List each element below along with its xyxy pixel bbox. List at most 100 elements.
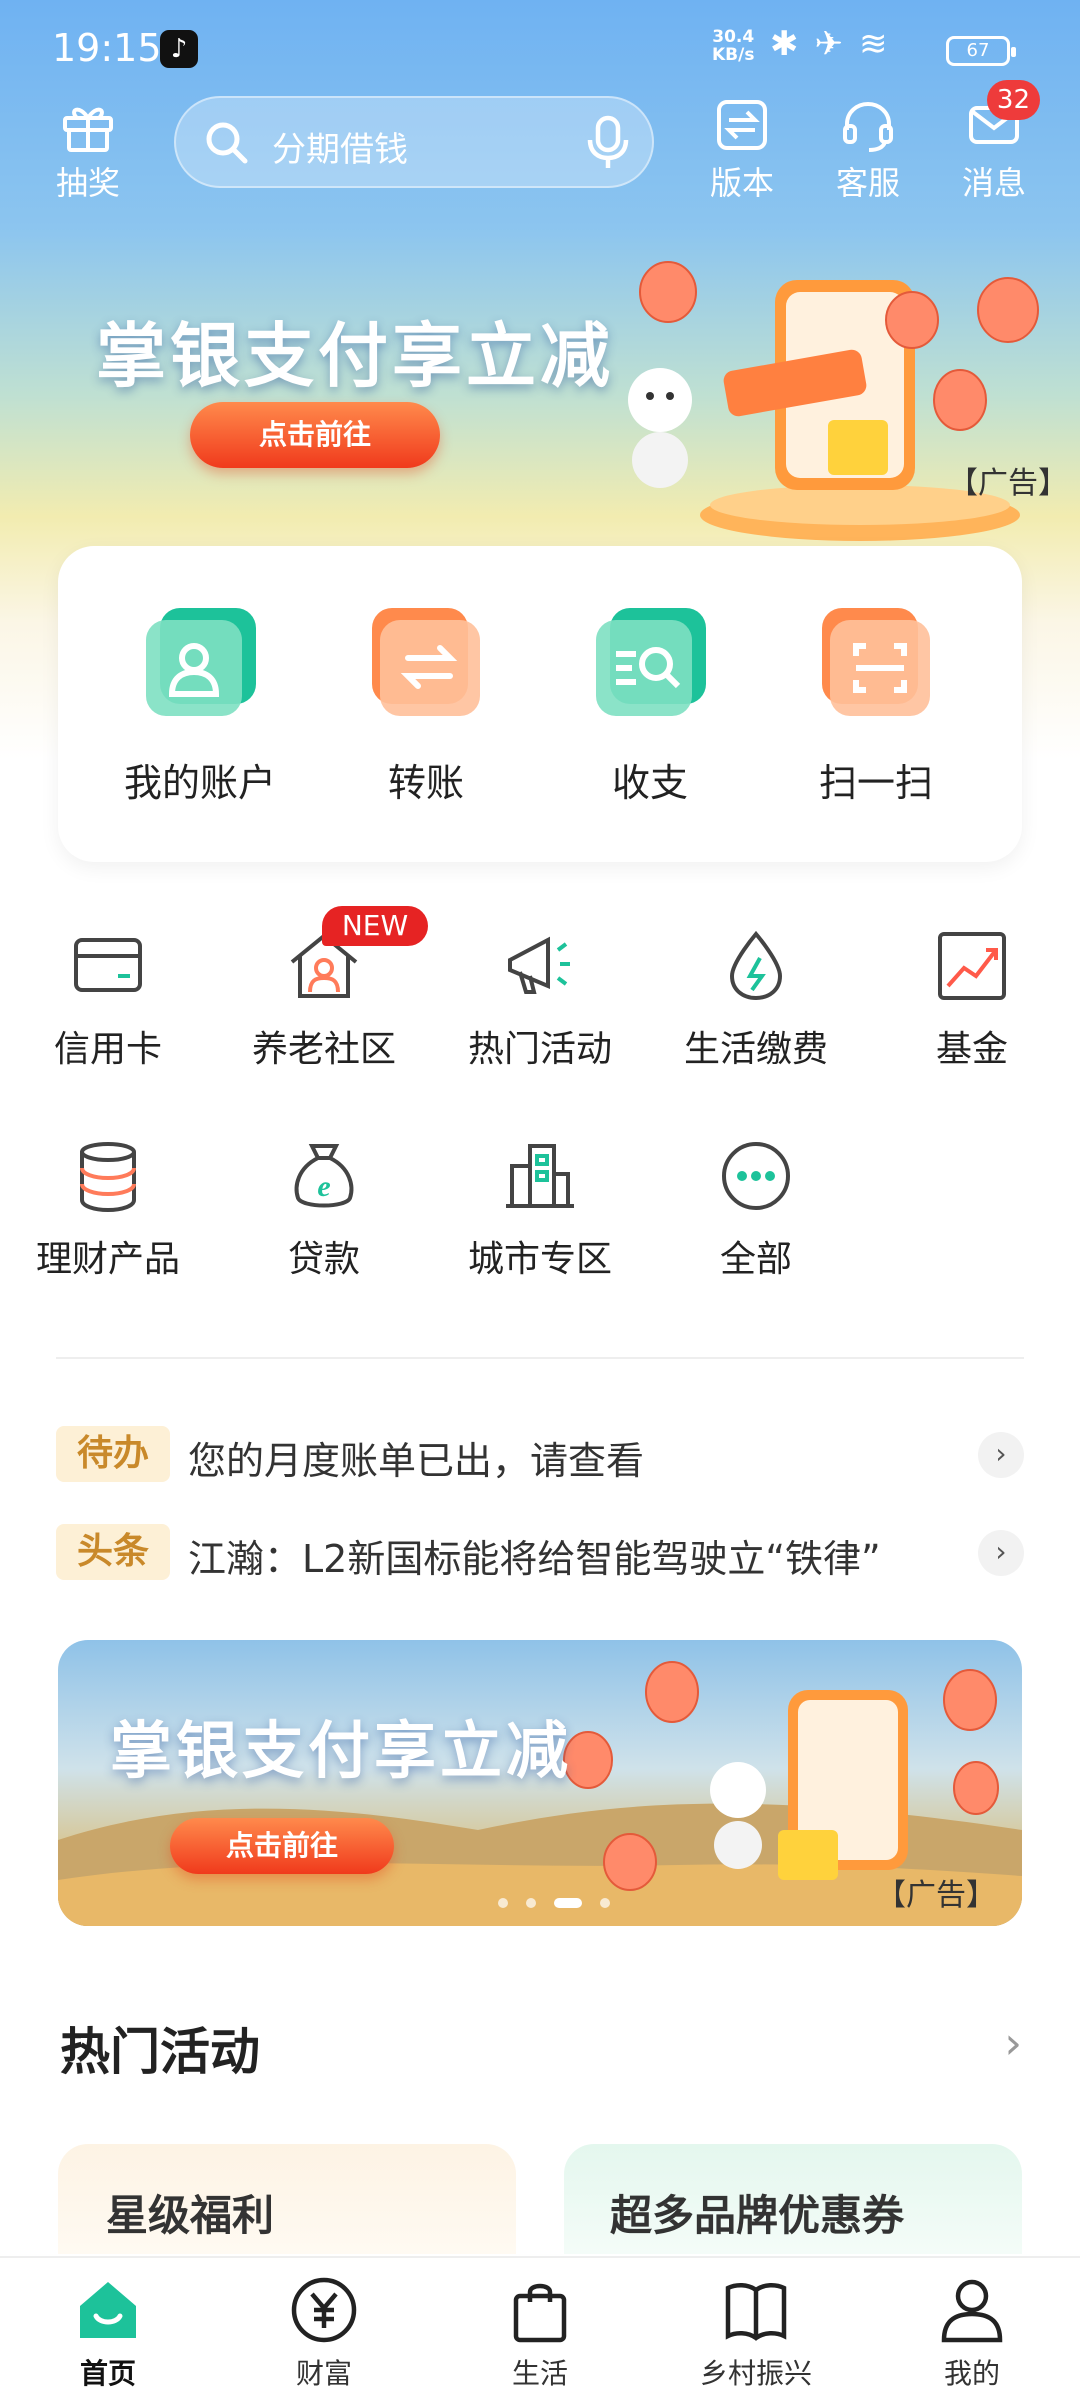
- quick-actions-card: 我的账户 转账 收支 扫一扫: [58, 546, 1022, 862]
- search-icon: [206, 122, 248, 164]
- chevron-right-icon[interactable]: ›: [978, 1530, 1024, 1576]
- transfer-icon: [372, 608, 480, 716]
- activity-card-brand-coupons[interactable]: 超多品牌优惠券: [564, 2144, 1022, 2254]
- grid-item-label: 养老社区: [251, 1029, 396, 1070]
- svg-text:e: e: [317, 1170, 330, 1203]
- network-speed: 30.4 KB/s: [712, 28, 754, 64]
- todo-notice[interactable]: 待办 您的月度账单已出，请查看 ›: [56, 1424, 1024, 1484]
- grid-item-label: 贷款: [287, 1239, 360, 1280]
- section-divider: [56, 1357, 1024, 1359]
- quick-action-label: 扫一扫: [818, 761, 933, 805]
- coin-stack-icon: [80, 1142, 136, 1213]
- loan-bag-icon: e: [294, 1144, 354, 1208]
- quick-action-label: 我的账户: [123, 761, 276, 805]
- grid-item-utility-payment[interactable]: 生活缴费: [656, 926, 856, 1072]
- gift-icon: [63, 107, 113, 152]
- account-icon: [146, 608, 256, 716]
- headline-tag: 头条: [56, 1524, 170, 1580]
- activity-card-title: 超多品牌优惠券: [610, 2191, 905, 2240]
- promo-banner-carousel[interactable]: 掌银支付享立减 点击前往 【广告】: [58, 1640, 1022, 1926]
- banner-title: 掌银支付享立减: [110, 1714, 573, 1787]
- grid-item-wealth-products[interactable]: 理财产品: [8, 1136, 208, 1282]
- status-icons: ✱✈≋: [770, 24, 904, 64]
- grid-item-hot-activities[interactable]: 热门活动: [440, 926, 640, 1072]
- grid-item-elderly-community[interactable]: 养老社区: [224, 926, 424, 1072]
- credit-card-icon: [74, 938, 142, 992]
- grid-item-label: 全部: [719, 1239, 792, 1280]
- tab-label: 财富: [295, 2357, 352, 2390]
- grid-item-city-zone[interactable]: 城市专区: [440, 1136, 640, 1282]
- banner-title: 掌银支付享立减: [96, 315, 614, 397]
- book-icon: [725, 2283, 787, 2341]
- city-building-icon: [506, 1144, 574, 1208]
- income-expense-icon: [596, 608, 706, 716]
- version-button[interactable]: 版本: [692, 96, 792, 204]
- grid-item-label: 基金: [935, 1029, 1008, 1070]
- carousel-indicator: [498, 1892, 628, 1911]
- user-icon: [941, 2279, 1003, 2343]
- promo-illustration: [628, 261, 1039, 541]
- todo-text: 您的月度账单已出，请查看: [188, 1439, 645, 1483]
- todo-tag: 待办: [56, 1426, 170, 1482]
- grid-item-label: 热门活动: [467, 1029, 612, 1070]
- tab-label: 乡村振兴: [699, 2357, 812, 2390]
- megaphone-icon: [508, 936, 570, 994]
- headline-text: 江瀚：L2新国标能将给智能驾驶立“铁律”: [188, 1537, 881, 1581]
- ad-label: 【广告】: [948, 466, 1068, 501]
- status-time: 19:15: [52, 26, 162, 70]
- grid-item-label: 生活缴费: [683, 1029, 828, 1070]
- quick-action-my-account[interactable]: 我的账户: [100, 602, 300, 807]
- network-speed-value: 30.4: [712, 27, 755, 47]
- home-icon: [80, 2282, 136, 2338]
- grid-item-credit-card[interactable]: 信用卡: [8, 926, 208, 1072]
- quick-action-transfer[interactable]: 转账: [326, 602, 526, 807]
- quick-action-label: 转账: [387, 761, 464, 805]
- search-placeholder: 分期借钱: [272, 130, 408, 170]
- activity-card-title: 星级福利: [106, 2191, 275, 2240]
- tab-life[interactable]: 生活: [460, 2276, 620, 2392]
- microphone-icon[interactable]: [586, 114, 630, 172]
- tab-label: 首页: [79, 2357, 136, 2390]
- grid-item-all[interactable]: 全部: [656, 1136, 856, 1282]
- customer-service-label: 客服: [835, 164, 900, 202]
- chevron-right-icon[interactable]: ›: [1004, 2018, 1022, 2069]
- grid-item-label: 信用卡: [53, 1029, 162, 1070]
- tab-home[interactable]: 首页: [28, 2276, 188, 2392]
- tab-rural-revitalization[interactable]: 乡村振兴: [676, 2276, 836, 2392]
- fund-chart-icon: [938, 932, 1006, 1000]
- tab-wealth[interactable]: 财富: [244, 2276, 404, 2392]
- hot-activities-title: 热门活动: [60, 2023, 260, 2081]
- activity-card-star-benefits[interactable]: 星级福利: [58, 2144, 516, 2254]
- customer-service-button[interactable]: 客服: [818, 96, 918, 204]
- message-button[interactable]: 消息 32: [944, 80, 1044, 204]
- lottery-button[interactable]: 抽奖: [38, 96, 138, 204]
- banner-cta-button[interactable]: 点击前往: [190, 402, 440, 468]
- version-label: 版本: [709, 164, 774, 202]
- wifi-icon: ≋: [859, 24, 904, 64]
- headline-notice[interactable]: 头条 江瀚：L2新国标能将给智能驾驶立“铁律” ›: [56, 1522, 1024, 1582]
- grid-item-label: 理财产品: [35, 1239, 180, 1280]
- battery-icon: 67: [946, 36, 1016, 66]
- banner-cta-button[interactable]: 点击前往: [170, 1818, 394, 1874]
- tiktok-notification-icon: ♪: [160, 30, 198, 68]
- promo-banner-top[interactable]: 掌银支付享立减 点击前往 【广告】: [0, 240, 1080, 541]
- wealth-icon: [291, 2277, 357, 2343]
- search-bar[interactable]: 分期借钱: [174, 96, 654, 188]
- shopping-bag-icon: [513, 2283, 567, 2343]
- tab-label: 生活: [511, 2357, 568, 2390]
- tab-mine[interactable]: 我的: [892, 2276, 1052, 2392]
- ad-label: 【广告】: [876, 1878, 996, 1913]
- grid-item-fund[interactable]: 基金: [872, 926, 1072, 1072]
- headset-icon: [843, 101, 893, 152]
- grid-item-loan[interactable]: e 贷款: [224, 1136, 424, 1282]
- quick-action-scan[interactable]: 扫一扫: [776, 602, 976, 807]
- network-speed-unit: KB/s: [712, 45, 755, 65]
- quick-action-label: 收支: [611, 761, 688, 805]
- grid-item-label: 城市专区: [467, 1239, 612, 1280]
- airplane-icon: ✈: [814, 24, 859, 64]
- more-icon: [722, 1142, 790, 1210]
- chevron-right-icon[interactable]: ›: [978, 1432, 1024, 1478]
- utility-payment-icon: [729, 930, 783, 1001]
- bluetooth-icon: ✱: [770, 24, 815, 64]
- quick-action-income-expense[interactable]: 收支: [550, 602, 750, 807]
